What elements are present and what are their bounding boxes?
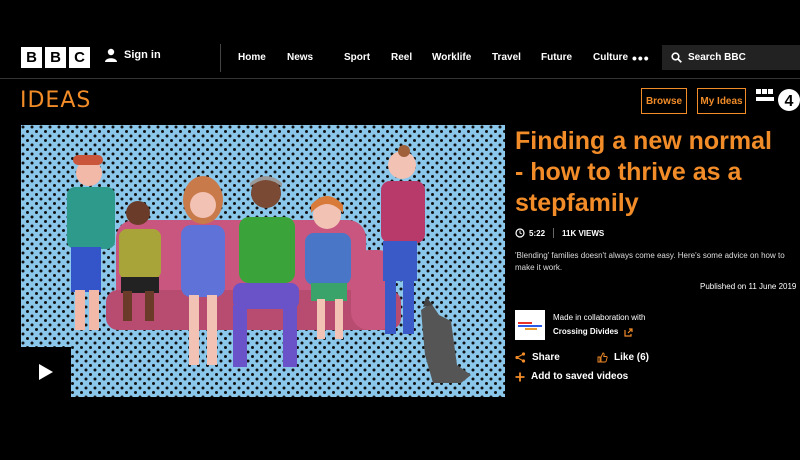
collaboration-intro: Made in collaboration with bbox=[553, 313, 646, 322]
thumbs-up-icon bbox=[597, 352, 608, 363]
share-icon bbox=[515, 352, 526, 363]
video-title-line: stepfamily bbox=[515, 189, 639, 217]
video-views: 11K VIEWS bbox=[562, 228, 605, 238]
add-to-saved-label: Add to saved videos bbox=[531, 371, 629, 382]
stepfamily-illustration bbox=[21, 125, 505, 397]
published-date: Published on 11 June 2019 bbox=[700, 282, 797, 291]
video-title-line: - how to thrive as a bbox=[515, 158, 742, 186]
main-nav: Home News Sport Reel Worklife Travel Fut… bbox=[238, 52, 643, 63]
partner-link[interactable]: Crossing Divides bbox=[553, 325, 646, 339]
user-icon bbox=[105, 48, 117, 62]
bbc-logo[interactable]: B B C bbox=[21, 47, 90, 68]
nav-sport[interactable]: Sport bbox=[344, 52, 391, 63]
bbc-logo-letter: B bbox=[45, 47, 66, 68]
nav-home[interactable]: Home bbox=[238, 52, 287, 63]
header-divider bbox=[220, 44, 221, 72]
crossing-divides-logo[interactable] bbox=[515, 310, 545, 340]
video-title: Finding a new normal - how to thrive as … bbox=[515, 126, 800, 219]
meta-divider bbox=[553, 228, 555, 238]
like-label: Like (6) bbox=[614, 352, 650, 363]
video-duration: 5:22 bbox=[529, 228, 546, 238]
video-meta: 5:22 11K VIEWS bbox=[515, 228, 604, 238]
header-rule bbox=[0, 78, 800, 79]
external-link-icon bbox=[624, 327, 633, 337]
bbc-logo-letter: B bbox=[21, 47, 42, 68]
nav-future[interactable]: Future bbox=[541, 52, 593, 63]
share-button[interactable]: Share bbox=[515, 352, 560, 363]
partner-name: Crossing Divides bbox=[553, 327, 619, 336]
bbc-radio-4-logo[interactable]: 4 bbox=[754, 86, 800, 114]
search-box[interactable]: Search BBC bbox=[662, 45, 800, 70]
clock-icon bbox=[515, 228, 525, 238]
video-title-line: Finding a new normal bbox=[515, 127, 772, 155]
plus-icon bbox=[515, 372, 525, 381]
collaboration-info: Made in collaboration with Crossing Divi… bbox=[553, 311, 646, 339]
nav-worklife[interactable]: Worklife bbox=[432, 52, 492, 63]
play-icon bbox=[39, 364, 53, 380]
search-icon bbox=[671, 52, 682, 63]
play-button[interactable] bbox=[21, 347, 71, 397]
video-description: 'Blending' families doesn't always come … bbox=[515, 251, 785, 272]
nav-news[interactable]: News bbox=[287, 52, 344, 63]
bbc-logo-letter: C bbox=[69, 47, 90, 68]
global-header: B B C Sign in Home News Sport Reel Workl… bbox=[0, 0, 800, 80]
like-button[interactable]: Like (6) bbox=[597, 352, 649, 363]
more-menu-button[interactable]: ••• bbox=[632, 50, 650, 66]
video-player[interactable] bbox=[21, 125, 505, 397]
svg-text:4: 4 bbox=[785, 93, 794, 110]
ideas-logo[interactable]: IDEAS bbox=[20, 88, 91, 113]
sign-in-label: Sign in bbox=[124, 49, 161, 61]
nav-travel[interactable]: Travel bbox=[492, 52, 541, 63]
share-label: Share bbox=[532, 352, 560, 363]
search-input[interactable]: Search BBC bbox=[688, 52, 746, 63]
sign-in-link[interactable]: Sign in bbox=[104, 48, 161, 62]
nav-reel[interactable]: Reel bbox=[391, 52, 432, 63]
browse-button[interactable]: Browse bbox=[641, 88, 687, 114]
my-ideas-button[interactable]: My Ideas bbox=[697, 88, 746, 114]
add-to-saved-button[interactable]: Add to saved videos bbox=[515, 371, 628, 382]
